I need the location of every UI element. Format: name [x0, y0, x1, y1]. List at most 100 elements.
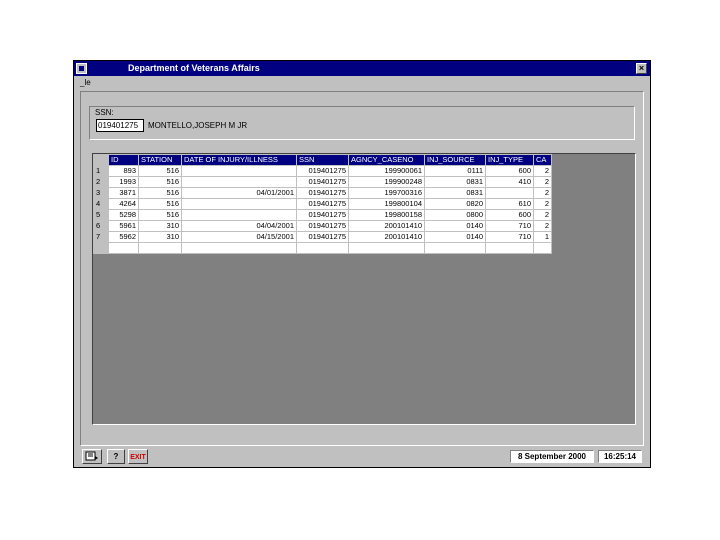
cell-ssn[interactable]: 019401275	[296, 165, 349, 177]
column-header[interactable]: SSN	[296, 154, 349, 166]
cell-inj-source[interactable]: 0140	[424, 231, 486, 243]
row-number[interactable]: 1	[93, 165, 109, 177]
cell-date[interactable]	[181, 242, 297, 254]
cell-id[interactable]: 3871	[108, 187, 139, 199]
cell-inj-source[interactable]: 0831	[424, 187, 486, 199]
row-number[interactable]: 5	[93, 209, 109, 221]
table-row[interactable]	[93, 242, 552, 254]
table-row[interactable]: 2 1993 516 019401275 199900248 0831 410 …	[93, 176, 552, 188]
cell-id[interactable]: 4264	[108, 198, 139, 210]
cell-caseno[interactable]: 199900061	[348, 165, 425, 177]
close-button[interactable]: ×	[636, 63, 647, 74]
cell-station[interactable]: 310	[138, 231, 182, 243]
cell-inj-source[interactable]: 0820	[424, 198, 486, 210]
cell-station[interactable]: 516	[138, 176, 182, 188]
cell-inj-source[interactable]: 0831	[424, 176, 486, 188]
cell-date[interactable]: 04/04/2001	[181, 220, 297, 232]
column-header[interactable]: DATE OF INJURY/ILLNESS	[181, 154, 297, 166]
table-row[interactable]: 4 4264 516 019401275 199800104 0820 610 …	[93, 198, 552, 210]
help-button[interactable]: ?	[107, 449, 125, 464]
cell-ca[interactable]: 2	[533, 176, 552, 188]
cell-ssn[interactable]: 019401275	[296, 231, 349, 243]
cell-ssn[interactable]: 019401275	[296, 176, 349, 188]
report-button[interactable]	[82, 449, 102, 464]
cell-id[interactable]: 5961	[108, 220, 139, 232]
cell-station[interactable]: 516	[138, 209, 182, 221]
cell-date[interactable]	[181, 209, 297, 221]
table-row[interactable]: 3 3871 516 04/01/2001 019401275 19970031…	[93, 187, 552, 199]
app-icon[interactable]	[76, 63, 87, 74]
cell-inj-source[interactable]: 0111	[424, 165, 486, 177]
cell-date[interactable]	[181, 165, 297, 177]
cell-ssn[interactable]: 019401275	[296, 198, 349, 210]
cell-caseno[interactable]: 200101410	[348, 220, 425, 232]
cell-date[interactable]: 04/01/2001	[181, 187, 297, 199]
cell-ssn[interactable]	[296, 242, 349, 254]
cell-inj-source[interactable]	[424, 242, 486, 254]
cell-caseno[interactable]: 199800104	[348, 198, 425, 210]
column-header[interactable]: STATION	[138, 154, 182, 166]
cell-date[interactable]	[181, 198, 297, 210]
cell-station[interactable]: 310	[138, 220, 182, 232]
cell-inj-type[interactable]	[485, 242, 534, 254]
row-number[interactable]: 7	[93, 231, 109, 243]
cell-ssn[interactable]: 019401275	[296, 187, 349, 199]
cell-inj-type[interactable]: 600	[485, 165, 534, 177]
cell-caseno[interactable]: 199900248	[348, 176, 425, 188]
records-grid[interactable]: ID STATION DATE OF INJURY/ILLNESS SSN AG…	[92, 153, 636, 425]
cell-station[interactable]: 516	[138, 165, 182, 177]
column-header[interactable]: ID	[108, 154, 139, 166]
cell-inj-source[interactable]: 0800	[424, 209, 486, 221]
cell-station[interactable]: 516	[138, 187, 182, 199]
ssn-label: SSN:	[95, 108, 114, 117]
cell-station[interactable]: 516	[138, 198, 182, 210]
cell-caseno[interactable]: 200101410	[348, 231, 425, 243]
column-header[interactable]: INJ_TYPE	[485, 154, 534, 166]
column-header[interactable]: CA	[533, 154, 552, 166]
table-row[interactable]: 6 5961 310 04/04/2001 019401275 20010141…	[93, 220, 552, 232]
row-number[interactable]: 3	[93, 187, 109, 199]
cell-ca[interactable]: 2	[533, 165, 552, 177]
status-time: 16:25:14	[598, 450, 642, 463]
cell-caseno[interactable]: 199700316	[348, 187, 425, 199]
cell-ca[interactable]: 2	[533, 209, 552, 221]
exit-button[interactable]: EXIT	[128, 449, 148, 464]
cell-inj-type[interactable]: 710	[485, 231, 534, 243]
column-header[interactable]: INJ_SOURCE	[424, 154, 486, 166]
row-number[interactable]: 2	[93, 176, 109, 188]
cell-ssn[interactable]: 019401275	[296, 209, 349, 221]
cell-caseno[interactable]: 199800158	[348, 209, 425, 221]
cell-date[interactable]: 04/15/2001	[181, 231, 297, 243]
cell-id[interactable]: 5962	[108, 231, 139, 243]
row-number[interactable]	[93, 242, 109, 254]
menu-item[interactable]: _le	[80, 78, 91, 87]
table-row[interactable]: 7 5962 310 04/15/2001 019401275 20010141…	[93, 231, 552, 243]
cell-inj-source[interactable]: 0140	[424, 220, 486, 232]
cell-inj-type[interactable]: 710	[485, 220, 534, 232]
cell-station[interactable]	[138, 242, 182, 254]
ssn-input[interactable]: 019401275	[96, 119, 144, 132]
cell-id[interactable]	[108, 242, 139, 254]
cell-ca[interactable]: 2	[533, 220, 552, 232]
cell-inj-type[interactable]: 610	[485, 198, 534, 210]
cell-ssn[interactable]: 019401275	[296, 220, 349, 232]
cell-id[interactable]: 5298	[108, 209, 139, 221]
cell-caseno[interactable]	[348, 242, 425, 254]
title-bar: Department of Veterans Affairs ×	[74, 61, 650, 76]
cell-ca[interactable]	[533, 242, 552, 254]
status-bar: ? EXIT 8 September 2000 16:25:14	[80, 448, 644, 465]
cell-id[interactable]: 893	[108, 165, 139, 177]
cell-inj-type[interactable]: 410	[485, 176, 534, 188]
row-number[interactable]: 4	[93, 198, 109, 210]
table-row[interactable]: 1 893 516 019401275 199900061 0111 600 2	[93, 165, 552, 177]
cell-date[interactable]	[181, 176, 297, 188]
cell-id[interactable]: 1993	[108, 176, 139, 188]
table-row[interactable]: 5 5298 516 019401275 199800158 0800 600 …	[93, 209, 552, 221]
cell-ca[interactable]: 2	[533, 198, 552, 210]
cell-ca[interactable]: 1	[533, 231, 552, 243]
column-header[interactable]: AGNCY_CASENO	[348, 154, 425, 166]
cell-ca[interactable]: 2	[533, 187, 552, 199]
row-number[interactable]: 6	[93, 220, 109, 232]
cell-inj-type[interactable]	[485, 187, 534, 199]
cell-inj-type[interactable]: 600	[485, 209, 534, 221]
